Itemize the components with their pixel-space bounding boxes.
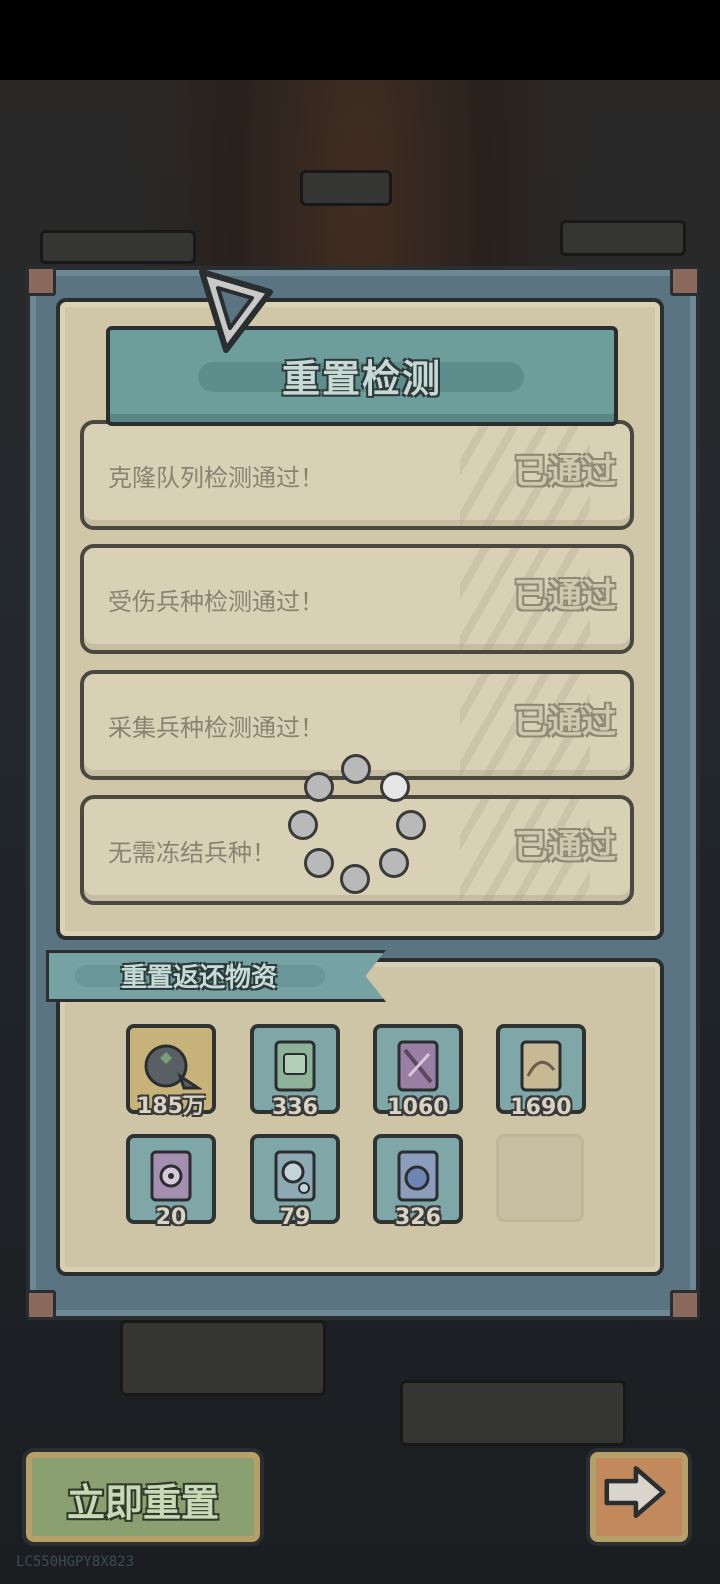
frame-bolt xyxy=(26,266,56,296)
gold-coin-bag-icon xyxy=(144,1044,202,1090)
check-text: 采集兵种检测通过！ xyxy=(108,714,324,742)
check-status: 已通过 xyxy=(514,827,616,867)
reward-item[interactable]: 1060 xyxy=(373,1024,463,1120)
reward-item[interactable]: 20 xyxy=(126,1134,216,1230)
gear-blue-manual-icon xyxy=(274,1150,316,1202)
arrow-right-icon xyxy=(604,1466,666,1519)
dialog-title: 重置检测 xyxy=(281,357,442,401)
check-text: 无需冻结兵种！ xyxy=(108,839,276,867)
loading-spinner-icon xyxy=(284,750,426,894)
reward-quantity: 326 xyxy=(395,1205,441,1230)
rewards-ribbon: 重置返还物资 xyxy=(46,950,386,1002)
check-status: 已通过 xyxy=(514,576,616,616)
reward-slot-empty xyxy=(496,1134,584,1222)
frame-bolt xyxy=(26,1290,56,1320)
reset-now-label: 立即重置 xyxy=(66,1481,219,1525)
reward-quantity: 20 xyxy=(155,1205,187,1230)
check-status: 已通过 xyxy=(514,702,616,742)
triangle-emblem-icon xyxy=(199,269,273,353)
reward-quantity: 336 xyxy=(272,1095,318,1120)
purple-manual-icon xyxy=(397,1040,439,1092)
reward-item[interactable]: 1690 xyxy=(496,1024,586,1120)
gear-manual-icon xyxy=(150,1150,192,1202)
reward-quantity: 79 xyxy=(279,1205,311,1230)
next-button[interactable] xyxy=(586,1448,692,1546)
tan-manual-icon xyxy=(520,1040,562,1092)
reward-item[interactable]: 79 xyxy=(250,1134,340,1230)
reward-quantity: 1060 xyxy=(387,1095,449,1120)
rewards-title: 重置返还物资 xyxy=(120,963,277,993)
check-status: 已通过 xyxy=(514,452,616,492)
reward-quantity: 1690 xyxy=(510,1095,572,1120)
check-row-injured-units: 受伤兵种检测通过！ 已通过 xyxy=(80,544,634,654)
reset-now-button[interactable]: 立即重置 xyxy=(22,1448,264,1546)
frame-bolt xyxy=(670,1290,700,1320)
reward-quantity: 185万 xyxy=(137,1094,205,1119)
frame-bolt xyxy=(670,266,700,296)
reward-item[interactable]: 336 xyxy=(250,1024,340,1120)
device-code: LC550HGPY8X823 xyxy=(16,1554,135,1570)
reward-item[interactable]: 185万 xyxy=(126,1024,216,1119)
check-row-clone-queue: 克隆队列检测通过！ 已通过 xyxy=(80,420,634,530)
check-text: 受伤兵种检测通过！ xyxy=(108,588,324,616)
check-text: 克隆队列检测通过！ xyxy=(108,464,324,492)
dialog-title-bar: 重置检测 xyxy=(106,326,618,426)
green-manual-icon xyxy=(274,1040,316,1092)
reward-item[interactable]: 326 xyxy=(373,1134,463,1230)
blue-orb-manual-icon xyxy=(397,1150,439,1202)
